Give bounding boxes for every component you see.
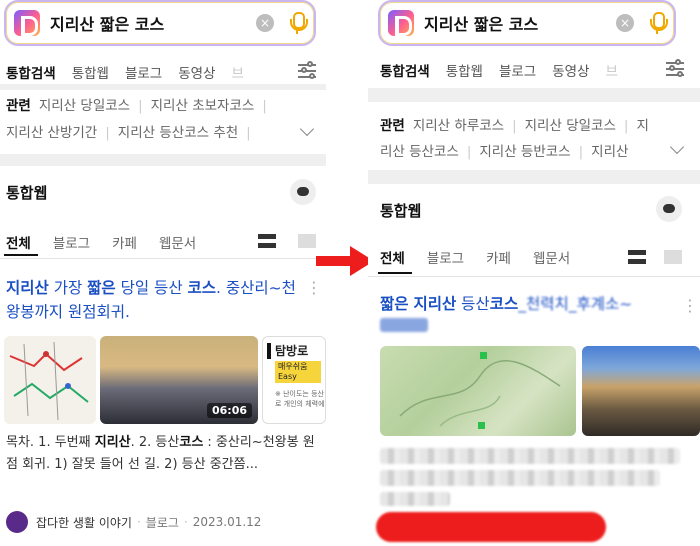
grid-view-icon[interactable] bbox=[298, 234, 316, 248]
tab-blog[interactable]: 블로그 bbox=[125, 62, 162, 82]
related-keyword[interactable]: 지리산 초보자코스 bbox=[151, 98, 255, 114]
related-row-1: 관련 지리산 하루코스 | 지리산 당일코스 | 지 bbox=[380, 118, 649, 134]
subtab-webdoc[interactable]: 웹문서 bbox=[533, 247, 570, 267]
search-query[interactable]: 지리산 짧은 코스 bbox=[424, 11, 616, 35]
subtab-cafe[interactable]: 카페 bbox=[486, 247, 511, 267]
screenshot-comparison: 지리산 짧은 코스 × 통합검색 통합웹 블로그 동영상 브 관련 지리산 당일코… bbox=[0, 0, 700, 546]
subtab-webdoc[interactable]: 웹문서 bbox=[159, 232, 196, 252]
subtab-all[interactable]: 전체 bbox=[380, 247, 405, 267]
related-keyword[interactable]: 지리산 당일코스 bbox=[525, 118, 616, 134]
subtab-cafe[interactable]: 카페 bbox=[112, 232, 137, 252]
trail-card-title: 탐방로 bbox=[275, 344, 309, 358]
tab-cut-off[interactable]: 브 bbox=[231, 62, 243, 82]
related-keyword[interactable]: 지 bbox=[636, 118, 648, 134]
filter-icon[interactable] bbox=[666, 59, 686, 77]
tab-integrated-search[interactable]: 통합검색 bbox=[6, 62, 56, 82]
related-keyword[interactable]: 지리산 bbox=[591, 144, 628, 160]
mountain-photo-thumbnail[interactable] bbox=[582, 346, 700, 436]
result-title[interactable]: 짧은 지리산 등산코스_천력치_후계소~ bbox=[380, 292, 660, 316]
red-arrow-icon bbox=[316, 246, 374, 276]
trail-map-thumbnail[interactable] bbox=[380, 346, 576, 436]
list-view-icon[interactable] bbox=[628, 250, 646, 264]
divider bbox=[368, 88, 700, 102]
search-bar[interactable]: 지리산 짧은 코스 × bbox=[4, 0, 316, 46]
clear-icon[interactable]: × bbox=[616, 14, 634, 32]
section-title: 통합웹 bbox=[380, 202, 422, 220]
active-tab-indicator bbox=[4, 254, 38, 256]
source-name[interactable]: 잡다한 생활 이야기 bbox=[36, 514, 132, 531]
right-search-panel: 지리산 짧은 코스 × 통합검색 통합웹 블로그 동영상 브 관련 지리산 하루코… bbox=[368, 0, 700, 546]
more-options-icon[interactable] bbox=[306, 278, 310, 294]
clear-icon[interactable]: × bbox=[256, 14, 274, 32]
related-row-2: 지리산 산방기간 | 지리산 등산코스 추천 | bbox=[6, 125, 251, 141]
tab-integrated-web[interactable]: 통합웹 bbox=[72, 62, 109, 82]
microphone-icon[interactable] bbox=[648, 10, 668, 36]
tab-cut-off[interactable]: 브 bbox=[605, 60, 617, 80]
search-bar[interactable]: 지리산 짧은 코스 × bbox=[378, 0, 676, 46]
result-title[interactable]: 지리산 가장 짧은 당일 등산 코스. 중산리~천왕봉까지 원점회귀. bbox=[6, 276, 296, 324]
search-query[interactable]: 지리산 짧은 코스 bbox=[50, 11, 256, 35]
difficulty-note: ※ 난이도는 등산로 개인의 체력에 bbox=[275, 390, 325, 408]
divider bbox=[0, 258, 326, 259]
related-label: 관련 bbox=[6, 98, 31, 114]
related-label: 관련 bbox=[380, 118, 405, 134]
related-keyword[interactable]: 지리산 당일코스 bbox=[39, 98, 130, 114]
divider bbox=[0, 84, 326, 90]
related-row-1: 관련 지리산 당일코스 | 지리산 초보자코스 | bbox=[6, 98, 267, 114]
result-source[interactable]: 잡다한 생활 이야기 · 블로그 · 2023.01.12 bbox=[6, 511, 261, 533]
related-keyword[interactable]: 지리산 등산코스 추천 bbox=[118, 125, 238, 141]
grid-view-icon[interactable] bbox=[664, 250, 682, 264]
comment-icon[interactable] bbox=[656, 196, 682, 222]
microphone-icon[interactable] bbox=[288, 10, 308, 36]
divider bbox=[368, 170, 700, 184]
tab-video[interactable]: 동영상 bbox=[552, 60, 589, 80]
more-options-icon[interactable] bbox=[682, 296, 686, 312]
search-tabs: 통합검색 통합웹 블로그 동영상 브 bbox=[6, 62, 260, 82]
blurred-title-text bbox=[380, 318, 428, 332]
source-date: 2023.01.12 bbox=[192, 515, 262, 529]
list-view-icon[interactable] bbox=[258, 234, 276, 248]
result-snippet: 목차. 1. 두번째 지리산. 2. 등산코스 : 중산리~천왕봉 원점 회귀.… bbox=[6, 435, 315, 472]
redaction-mark bbox=[376, 512, 606, 542]
subtab-blog[interactable]: 블로그 bbox=[53, 232, 90, 252]
active-tab-indicator bbox=[378, 272, 412, 274]
comment-icon[interactable] bbox=[290, 179, 316, 205]
related-keyword[interactable]: 지리산 등반코스 bbox=[479, 144, 570, 160]
tab-integrated-search[interactable]: 통합검색 bbox=[380, 60, 430, 80]
difficulty-tag: 매우쉬움 bbox=[278, 362, 308, 371]
blurred-snippet-line bbox=[380, 448, 680, 464]
divider bbox=[0, 154, 326, 166]
section-title: 통합웹 bbox=[6, 184, 48, 202]
left-search-panel: 지리산 짧은 코스 × 통합검색 통합웹 블로그 동영상 브 관련 지리산 당일코… bbox=[0, 0, 326, 546]
search-tabs: 통합검색 통합웹 블로그 동영상 브 bbox=[380, 60, 634, 80]
subtab-all[interactable]: 전체 bbox=[6, 232, 31, 252]
source-type: 블로그 bbox=[145, 515, 179, 530]
filter-icon[interactable] bbox=[298, 61, 318, 79]
blurred-snippet-line bbox=[380, 492, 450, 506]
search-logo-icon bbox=[14, 10, 40, 36]
trail-info-thumbnail[interactable]: 탐방로 매우쉬움 Easy ※ 난이도는 등산로 개인의 체력에 bbox=[262, 336, 326, 424]
search-logo-icon bbox=[388, 10, 414, 36]
tab-blog[interactable]: 블로그 bbox=[499, 60, 536, 80]
expand-chevron-icon[interactable] bbox=[299, 121, 315, 137]
difficulty-tag-en: Easy bbox=[278, 372, 297, 381]
related-keyword[interactable]: 리산 등산코스 bbox=[380, 144, 459, 160]
video-thumbnail[interactable]: 06:06 bbox=[100, 336, 258, 424]
route-map-thumbnail[interactable] bbox=[4, 336, 96, 424]
tab-video[interactable]: 동영상 bbox=[178, 62, 215, 82]
related-keyword[interactable]: 지리산 산방기간 bbox=[6, 125, 97, 141]
video-duration: 06:06 bbox=[206, 403, 252, 418]
subtab-blog[interactable]: 블로그 bbox=[427, 247, 464, 267]
divider bbox=[368, 276, 700, 277]
expand-chevron-icon[interactable] bbox=[669, 139, 685, 155]
related-keyword[interactable]: 지리산 하루코스 bbox=[413, 118, 504, 134]
blog-avatar bbox=[6, 511, 28, 533]
related-row-2: 리산 등산코스 | 지리산 등반코스 | 지리산 bbox=[380, 144, 629, 160]
result-subtabs: 전체 블로그 카페 웹문서 bbox=[380, 247, 592, 267]
blurred-snippet-line bbox=[380, 470, 660, 486]
result-subtabs: 전체 블로그 카페 웹문서 bbox=[6, 232, 218, 252]
tab-integrated-web[interactable]: 통합웹 bbox=[446, 60, 483, 80]
